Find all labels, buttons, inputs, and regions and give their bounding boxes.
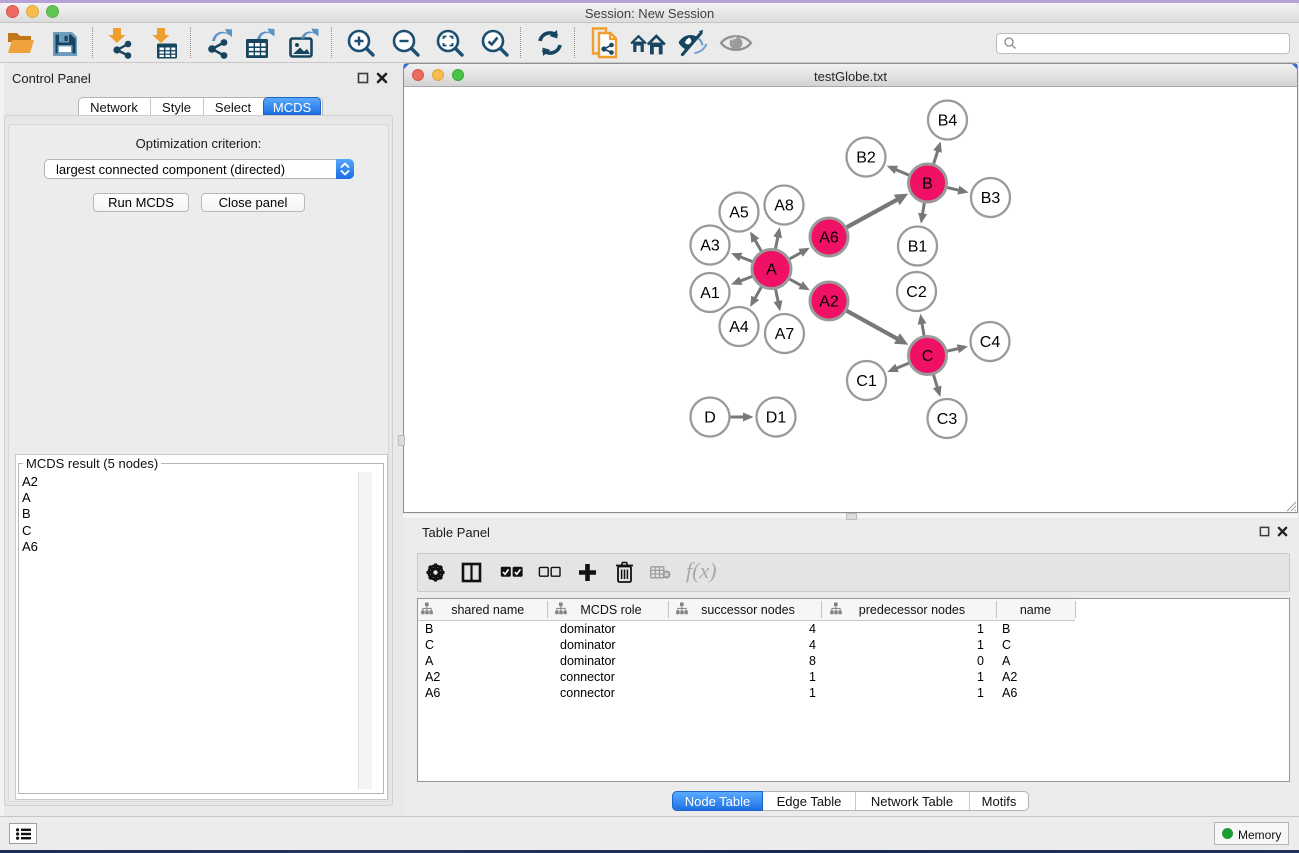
svg-text:B1: B1: [908, 239, 928, 256]
svg-text:A4: A4: [729, 319, 749, 336]
svg-text:B2: B2: [856, 150, 876, 167]
svg-text:A3: A3: [700, 238, 720, 255]
svg-text:C3: C3: [937, 411, 958, 428]
svg-text:C: C: [922, 348, 934, 365]
svg-text:D1: D1: [766, 410, 787, 427]
svg-text:B: B: [922, 176, 933, 193]
svg-text:B3: B3: [981, 190, 1001, 207]
svg-text:A6: A6: [819, 230, 839, 247]
svg-text:A7: A7: [775, 326, 795, 343]
svg-text:C2: C2: [906, 284, 927, 301]
svg-text:D: D: [704, 410, 716, 427]
svg-text:C1: C1: [856, 373, 877, 390]
svg-text:C4: C4: [980, 334, 1001, 351]
svg-text:B4: B4: [938, 113, 958, 130]
svg-text:A1: A1: [700, 285, 720, 302]
svg-text:A8: A8: [774, 198, 794, 215]
svg-text:A: A: [766, 262, 777, 279]
svg-text:A5: A5: [729, 205, 749, 222]
svg-text:A2: A2: [819, 294, 839, 311]
